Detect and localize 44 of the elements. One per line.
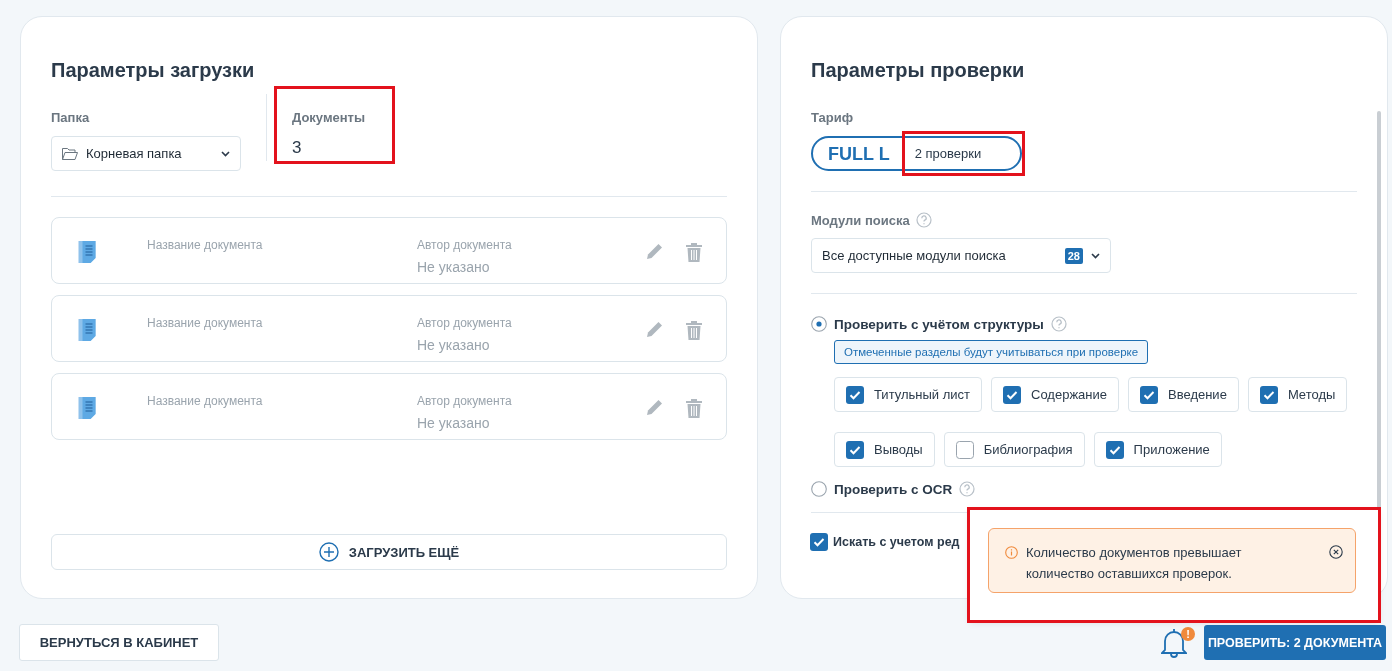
section-label: Титульный лист (874, 387, 970, 402)
document-author-value: Не указано (417, 259, 490, 275)
info-note: Отмеченные разделы будут учитываться при проверке (834, 340, 1149, 364)
section-label: Выводы (874, 442, 923, 457)
section-label: Приложение (1133, 442, 1210, 457)
document-author-value: Не указано (417, 415, 490, 431)
section-option[interactable]: Методы (1247, 377, 1348, 412)
checks-remaining: 2 проверки (904, 134, 1022, 173)
warning-message: Количество документов превышает количество оставшихся проверок. (1026, 544, 1243, 583)
folder-dropdown[interactable]: Корневая папка (51, 136, 241, 171)
document-name-label: Название документа (147, 316, 263, 330)
document-author-label: Автор документа (417, 238, 512, 252)
folder-label: Папка (51, 110, 90, 125)
section-label: Введение (1168, 387, 1227, 402)
section-title: Параметры загрузки (51, 59, 256, 82)
section-label: Библиография (983, 442, 1073, 457)
section-title: Параметры проверки (811, 59, 1026, 82)
notification-badge: ! (1181, 626, 1195, 641)
section-label: Методы (1287, 387, 1336, 402)
section-option[interactable]: Библиография (943, 432, 1085, 467)
search-modules-label: Модули поиска (811, 212, 910, 228)
document-name-label: Название документа (147, 394, 263, 408)
document-author-value: Не указано (417, 337, 490, 353)
documents-label: Документы (292, 110, 366, 125)
document-author-label: Автор документа (417, 316, 512, 330)
section-option[interactable]: Выводы (834, 432, 935, 467)
section-label: Содержание (1031, 387, 1107, 402)
upload-more-button[interactable]: ЗАГРУЗИТЬ ЕЩЁ (51, 534, 727, 570)
section-option[interactable]: Приложение (1093, 432, 1222, 467)
tariff-label: Тариф (811, 110, 854, 125)
modules-count-badge: 28 (1064, 247, 1083, 264)
document-name-label: Название документа (147, 238, 263, 252)
documents-count: 3 (292, 138, 302, 158)
tariff-plan: FULL L (813, 143, 905, 164)
section-option[interactable]: Титульный лист (834, 377, 982, 412)
section-option[interactable]: Содержание (991, 377, 1119, 412)
option-label[interactable]: Проверить с учётом структуры (834, 316, 1044, 332)
search-modules-dropdown[interactable]: Все доступные модули поиска 28 (811, 238, 1111, 273)
section-option[interactable]: Введение (1128, 377, 1239, 412)
document-author-label: Автор документа (417, 394, 512, 408)
submit-button[interactable]: ПРОВЕРИТЬ: 2 ДОКУМЕНТА (1204, 625, 1386, 660)
edits-option-label[interactable]: Искать с учетом ред (833, 535, 960, 549)
back-button[interactable]: ВЕРНУТЬСЯ В КАБИНЕТ (19, 624, 219, 661)
option-label[interactable]: Проверить с OCR (834, 481, 953, 497)
